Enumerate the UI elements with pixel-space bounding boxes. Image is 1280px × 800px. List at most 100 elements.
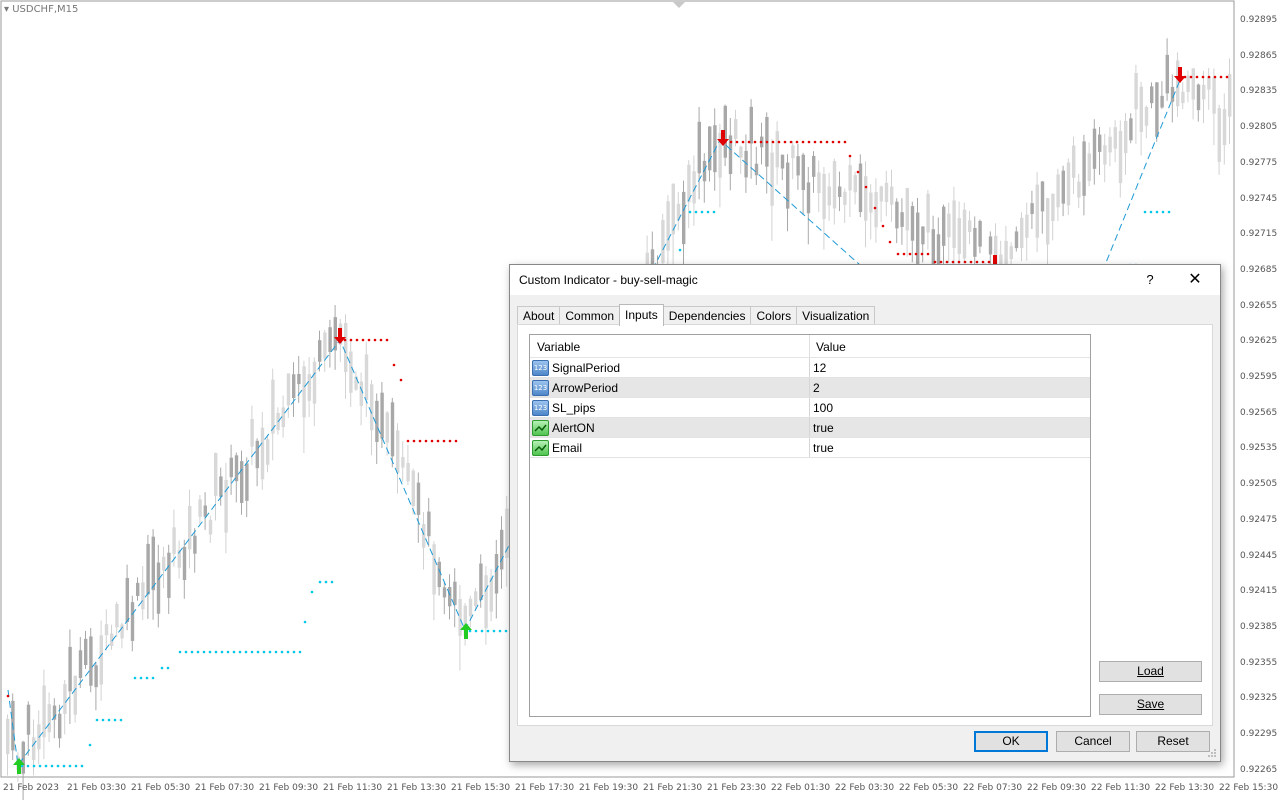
candle-body — [401, 456, 405, 468]
candle-body — [416, 482, 421, 515]
candle-body — [32, 737, 36, 760]
cancel-button[interactable]: Cancel — [1056, 731, 1130, 752]
ok-button[interactable]: OK — [974, 731, 1048, 752]
buy-signal-dot — [226, 650, 230, 654]
sell-signal-dot — [436, 439, 440, 443]
table-row[interactable]: 123 SignalPeriod 12 — [530, 358, 1090, 378]
row-value[interactable]: true — [813, 421, 834, 435]
candle-body — [734, 119, 738, 140]
candle-body — [1134, 72, 1138, 110]
candle-body — [697, 121, 701, 174]
chart-symbol-text: USDCHF,M15 — [12, 4, 79, 15]
save-button[interactable]: Save — [1099, 694, 1202, 715]
sell-signal-dot — [888, 240, 892, 244]
sell-signal-dot — [373, 338, 377, 342]
candle-body — [1046, 198, 1050, 245]
time-axis-label: 21 Feb 23:30 — [707, 783, 767, 793]
boolean-icon — [532, 440, 549, 456]
column-header-value[interactable]: Value — [816, 340, 846, 354]
buy-signal-dot — [1167, 210, 1171, 214]
candle-body — [708, 126, 712, 171]
buy-signal-dot — [62, 764, 66, 768]
buy-signal-dot — [80, 764, 84, 768]
resize-grip-icon[interactable] — [1207, 748, 1217, 758]
candle-body — [172, 527, 176, 554]
row-variable-name: AlertON — [552, 421, 595, 435]
row-value[interactable]: 2 — [813, 381, 820, 395]
candle-body — [99, 635, 103, 685]
sell-signal-dot — [418, 439, 422, 443]
tab-about[interactable]: About — [517, 306, 561, 325]
buy-signal-dot — [107, 718, 111, 722]
candle-body — [73, 675, 77, 715]
table-row[interactable]: 123 SL_pips 100 — [530, 398, 1090, 418]
candle-body — [1108, 136, 1112, 153]
price-axis-label: 0.92415 — [1240, 586, 1278, 597]
candle-body — [1025, 214, 1029, 238]
column-divider[interactable] — [809, 335, 810, 357]
help-button[interactable]: ? — [1138, 269, 1162, 291]
sell-signal-dot — [813, 140, 817, 144]
sell-signal-dot — [406, 439, 410, 443]
candle-body — [380, 392, 384, 439]
time-axis-label: 21 Feb 21:30 — [643, 783, 703, 793]
candle-body — [988, 236, 993, 255]
row-value[interactable]: 100 — [813, 401, 833, 415]
candle-body — [858, 163, 863, 213]
sell-signal-dot — [385, 338, 389, 342]
close-button[interactable]: ✕ — [1180, 269, 1210, 291]
table-row[interactable]: AlertON true — [530, 418, 1090, 438]
candle-body — [214, 453, 218, 496]
column-header-variable[interactable]: Variable — [537, 340, 580, 354]
sell-signal-dot — [430, 439, 434, 443]
buy-signal-dot — [208, 650, 212, 654]
tab-colors[interactable]: Colors — [750, 306, 798, 325]
sell-signal-dot — [1213, 75, 1217, 79]
buy-signal-dot — [68, 764, 72, 768]
price-axis-label: 0.92655 — [1240, 300, 1278, 311]
candle-body — [188, 505, 192, 550]
sell-signal-dot — [873, 206, 877, 210]
sell-signal-dot — [848, 154, 852, 158]
tab-dependencies[interactable]: Dependencies — [662, 306, 752, 325]
candle-body — [926, 193, 930, 233]
candle-body — [130, 602, 135, 641]
candle-body — [1113, 127, 1117, 149]
buy-signal-dot — [151, 676, 155, 680]
candle-body — [468, 598, 473, 617]
candle-body — [328, 327, 332, 353]
sell-signal-dot — [837, 140, 841, 144]
buy-signal-dot — [20, 764, 24, 768]
buy-signal-dot — [468, 629, 472, 633]
buy-signal-dot — [310, 590, 314, 594]
candle-body — [344, 323, 348, 373]
row-value[interactable]: true — [813, 441, 834, 455]
candle-body — [156, 562, 161, 614]
time-axis-label: 22 Feb 09:30 — [1027, 783, 1087, 793]
reset-button[interactable]: Reset — [1136, 731, 1210, 752]
price-axis-label: 0.92835 — [1240, 86, 1278, 97]
row-value[interactable]: 12 — [813, 361, 826, 375]
candle-body — [973, 227, 977, 257]
buy-signal-dot — [330, 580, 334, 584]
row-divider — [809, 378, 810, 397]
candle-body — [1207, 76, 1211, 90]
sell-signal-dot — [379, 338, 383, 342]
candle-body — [1098, 134, 1102, 152]
tab-common[interactable]: Common — [559, 306, 621, 325]
tab-visualization[interactable]: Visualization — [796, 306, 876, 325]
candle-body — [63, 684, 67, 714]
sell-signal-dot — [777, 140, 781, 144]
candle-body — [1082, 141, 1086, 196]
table-row[interactable]: 123 ArrowPeriod 2 — [530, 378, 1090, 398]
load-button[interactable]: Load — [1099, 661, 1202, 682]
table-row[interactable]: Email true — [530, 438, 1090, 458]
candle-body — [895, 201, 899, 229]
sell-signal-dot — [987, 260, 991, 264]
candle-body — [874, 192, 878, 228]
inputs-table[interactable]: Variable Value 123 SignalPeriod 12 123 A… — [529, 334, 1091, 717]
sell-signal-dot — [951, 260, 955, 264]
tab-inputs[interactable]: Inputs — [619, 304, 664, 326]
candle-body — [1228, 74, 1232, 117]
sell-signal-dot — [747, 140, 751, 144]
